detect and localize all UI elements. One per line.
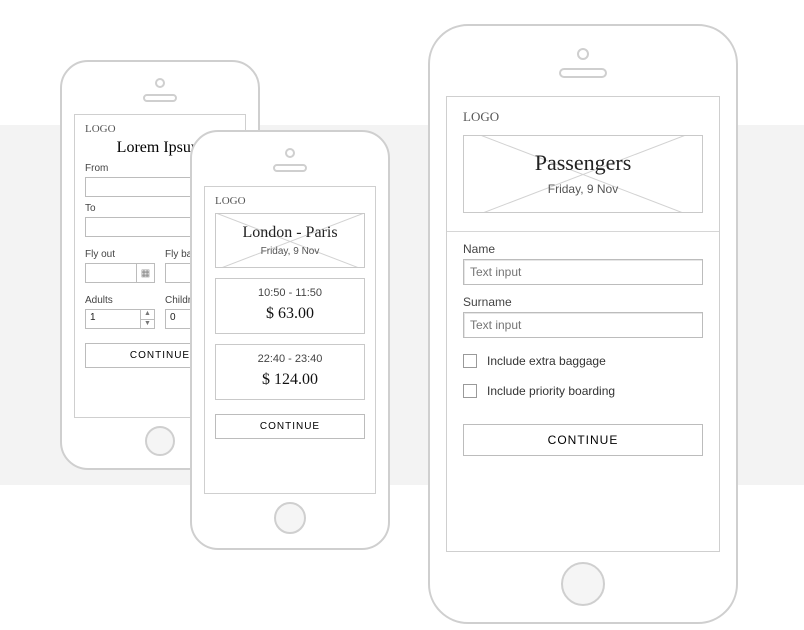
screen-passengers: LOGO Passengers Friday, 9 Nov Name Surna… [446,96,720,552]
phone-speaker [273,164,307,172]
flight-card[interactable]: 22:40 - 23:40 $ 124.00 [215,344,365,400]
page-title: Passengers [470,150,696,176]
page-date: Friday, 9 Nov [470,182,696,196]
logo-text: LOGO [463,109,703,125]
surname-input[interactable] [463,312,703,338]
priority-label: Include priority boarding [487,384,615,398]
baggage-label: Include extra baggage [487,354,606,368]
checkbox-icon [463,354,477,368]
flight-time: 22:40 - 23:40 [220,353,360,365]
continue-button[interactable]: CONTINUE [215,414,365,439]
flight-card[interactable]: 10:50 - 11:50 $ 63.00 [215,278,365,334]
adults-label: Adults [85,295,155,306]
header-box: London - Paris Friday, 9 Nov [215,213,365,268]
screen-flights: LOGO London - Paris Friday, 9 Nov 10:50 … [204,186,376,494]
flyout-date[interactable]: ▦ [85,263,155,283]
calendar-icon: ▦ [136,264,154,282]
baggage-option[interactable]: Include extra baggage [463,354,703,368]
phone-speaker [143,94,177,102]
priority-option[interactable]: Include priority boarding [463,384,703,398]
continue-button[interactable]: CONTINUE [463,424,703,456]
flight-time: 10:50 - 11:50 [220,287,360,299]
name-input[interactable] [463,259,703,285]
name-label: Name [463,242,703,256]
adults-value: 1 [86,310,140,328]
checkbox-icon [463,384,477,398]
flight-price: $ 124.00 [220,371,360,389]
phone-camera [155,78,165,88]
adults-stepper[interactable]: 1 ▲▼ [85,309,155,329]
route-title: London - Paris [222,224,358,242]
home-button[interactable] [274,502,306,534]
phone-speaker [559,68,607,78]
surname-label: Surname [463,295,703,309]
home-button[interactable] [145,426,175,456]
logo-text: LOGO [215,195,365,207]
flight-price: $ 63.00 [220,305,360,323]
phone-camera [577,48,589,60]
phone-frame-3: LOGO Passengers Friday, 9 Nov Name Surna… [428,24,738,624]
home-button[interactable] [561,562,605,606]
flyout-label: Fly out [85,249,155,260]
divider [447,231,719,232]
header-box: Passengers Friday, 9 Nov [463,135,703,213]
phone-camera [285,148,295,158]
phone-frame-2: LOGO London - Paris Friday, 9 Nov 10:50 … [190,130,390,550]
route-date: Friday, 9 Nov [222,246,358,257]
